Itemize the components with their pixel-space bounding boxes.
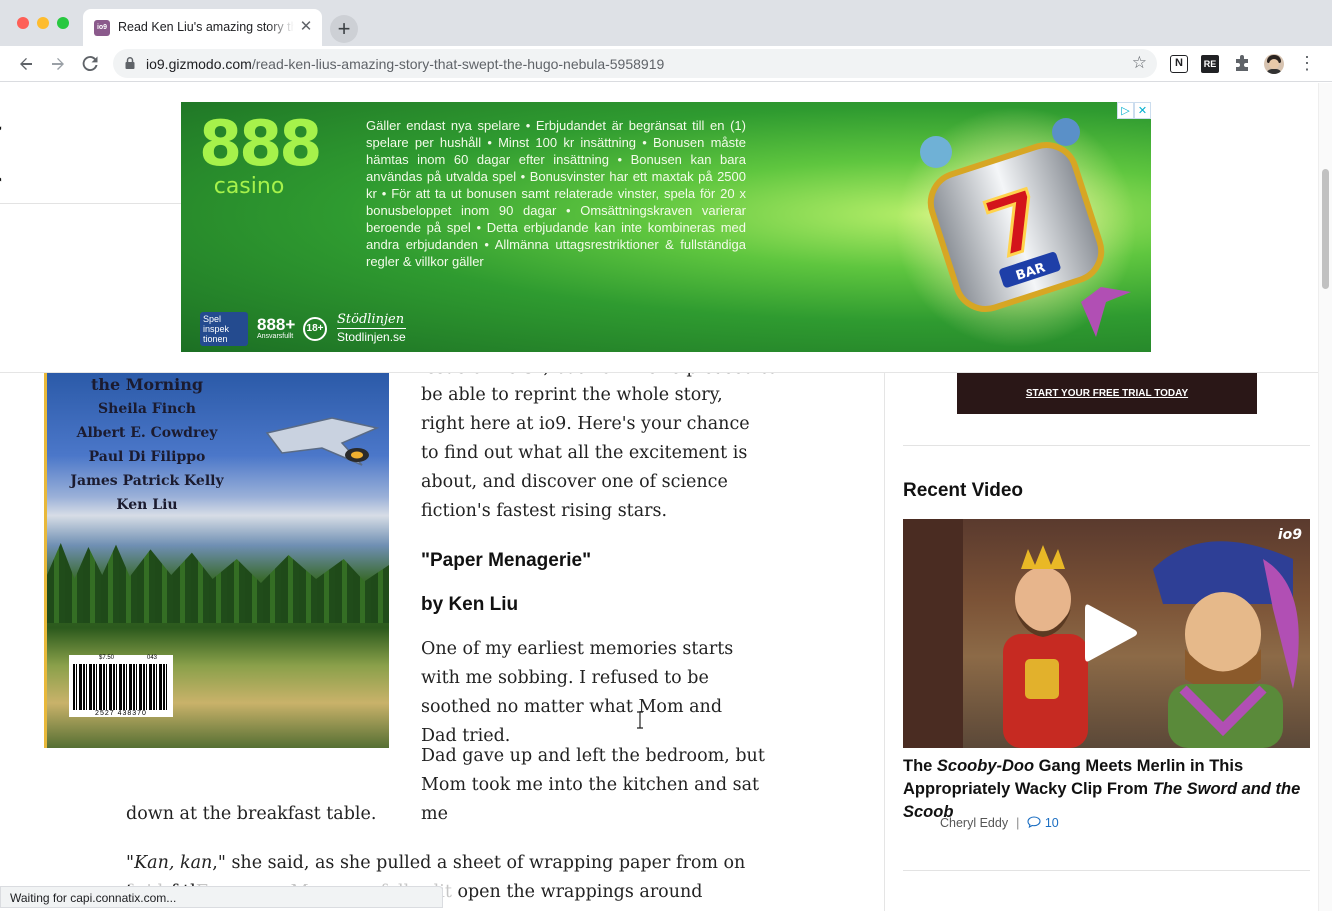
slot-machine-art: 7 BAR bbox=[896, 107, 1136, 347]
new-tab-button[interactable]: + bbox=[330, 15, 358, 43]
author-link[interactable]: Cheryl Eddy bbox=[940, 816, 1008, 830]
page-scrollbar[interactable] bbox=[1318, 83, 1332, 911]
back-button[interactable] bbox=[14, 52, 38, 76]
ad-choices[interactable]: ▷ ✕ bbox=[1117, 102, 1151, 119]
io9-favicon-icon: io9 bbox=[94, 20, 110, 36]
article-paragraph: be able to reprint the whole story, righ… bbox=[421, 385, 750, 521]
divider bbox=[903, 870, 1310, 871]
profile-avatar[interactable] bbox=[1264, 54, 1284, 74]
free-trial-link[interactable]: START YOUR FREE TRIAL TODAY bbox=[957, 388, 1257, 399]
ad-brand-logo: 888 casino bbox=[199, 107, 322, 199]
close-window-button[interactable] bbox=[17, 17, 29, 29]
notion-icon[interactable]: N bbox=[1170, 55, 1188, 73]
magazine-cover-image: the Morning Sheila Finch Albert E. Cowdr… bbox=[44, 373, 389, 748]
minimize-window-button[interactable] bbox=[37, 17, 49, 29]
shaggy-character-art bbox=[1153, 541, 1299, 748]
video-headline-link[interactable]: The Scooby-Doo Gang Meets Merlin in This… bbox=[903, 755, 1310, 824]
reload-icon bbox=[82, 56, 98, 72]
recent-video-heading: Recent Video bbox=[903, 480, 1024, 501]
ansvarsfullt-badge: 888+ Ansvarsfullt bbox=[257, 315, 296, 340]
spelinspektionen-badge: Spel inspek tionen bbox=[200, 312, 248, 346]
close-tab-icon[interactable]: ✕ bbox=[298, 19, 314, 35]
sticky-header: ( 888 casino Gäller endast nya spelare •… bbox=[0, 83, 1318, 373]
url-path: /read-ken-lius-amazing-story-that-swept-… bbox=[251, 56, 665, 72]
status-bubble: Waiting for capi.connatix.com... bbox=[0, 886, 443, 908]
barcode: $7.50 043 2527 438370 bbox=[69, 655, 173, 717]
comments-link[interactable]: 10 bbox=[1027, 816, 1059, 830]
play-icon[interactable] bbox=[1083, 601, 1139, 665]
article-paragraph-continued: down at the breakfast table. bbox=[126, 804, 377, 824]
arrow-right-icon bbox=[52, 58, 64, 70]
age-limit-badge: 18+ bbox=[303, 317, 327, 341]
meta-separator: | bbox=[1016, 816, 1020, 830]
site-logo-fragment[interactable]: ( bbox=[0, 117, 5, 187]
article-paragraph: One of my earliest memories starts with … bbox=[421, 639, 734, 746]
zoom-window-button[interactable] bbox=[57, 17, 69, 29]
story-title: "Paper Menagerie" bbox=[421, 550, 592, 571]
io9-logo-badge: io9 bbox=[1277, 527, 1302, 543]
casino-ad-banner[interactable]: 888 casino Gäller endast nya spelare • E… bbox=[181, 102, 1151, 352]
close-ad-icon[interactable]: ✕ bbox=[1134, 102, 1151, 119]
bookmark-star-icon[interactable]: ☆ bbox=[1132, 53, 1147, 73]
url-domain: io9.gizmodo.com bbox=[146, 56, 252, 72]
puzzle-icon[interactable] bbox=[1233, 55, 1251, 73]
spaceship-art bbox=[265, 417, 380, 466]
url-text[interactable]: io9.gizmodo.com/read-ken-lius-amazing-st… bbox=[146, 56, 664, 72]
tab-title: Read Ken Liu's amazing story that swept … bbox=[118, 20, 294, 34]
reader-icon[interactable]: RE bbox=[1201, 55, 1219, 73]
tab-strip: io9 Read Ken Liu's amazing story that sw… bbox=[0, 0, 1332, 46]
address-bar[interactable]: io9.gizmodo.com/read-ken-lius-amazing-st… bbox=[113, 49, 1157, 78]
ad-terms-text: Gäller endast nya spelare • Erbjudandet … bbox=[366, 118, 746, 269]
video-thumbnail[interactable]: io9 bbox=[903, 519, 1310, 748]
header-divider bbox=[0, 203, 181, 204]
comment-bubble-icon bbox=[1027, 816, 1041, 828]
cover-names: the Morning Sheila Finch Albert E. Cowdr… bbox=[70, 375, 224, 513]
more-menu-icon[interactable]: ⋮ bbox=[1298, 53, 1316, 75]
story-byline: by Ken Liu bbox=[421, 594, 519, 615]
stodlinjen-logo: Stödlinjen Stodlinjen.se bbox=[337, 312, 406, 344]
reload-button[interactable] bbox=[78, 52, 102, 76]
ibeam-cursor-icon bbox=[637, 711, 643, 729]
forward-button[interactable] bbox=[46, 52, 70, 76]
arrow-left-icon bbox=[20, 58, 32, 70]
adchoices-icon[interactable]: ▷ bbox=[1117, 102, 1134, 119]
browser-toolbar: io9.gizmodo.com/read-ken-lius-amazing-st… bbox=[0, 46, 1332, 82]
page-viewport: issue of F&SF, but now we're pleased to … bbox=[0, 83, 1332, 911]
tab-active[interactable]: io9 Read Ken Liu's amazing story that sw… bbox=[83, 9, 322, 46]
column-divider bbox=[884, 373, 885, 911]
lock-icon[interactable] bbox=[123, 56, 137, 70]
sidebar-promo[interactable]: START YOUR FREE TRIAL TODAY bbox=[957, 373, 1257, 414]
divider bbox=[903, 445, 1310, 446]
video-meta: Cheryl Eddy | 10 bbox=[940, 816, 1059, 830]
scrollbar-thumb[interactable] bbox=[1322, 169, 1329, 289]
